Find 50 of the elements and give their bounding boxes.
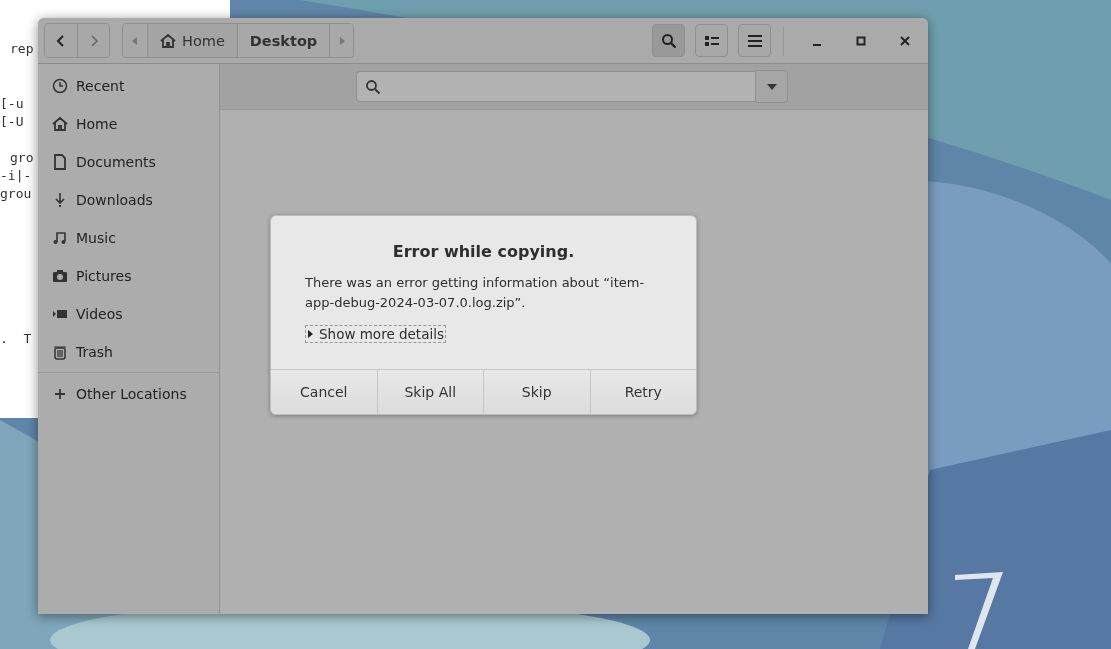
terminal-text: grou <box>0 185 32 203</box>
dialog-button[interactable]: Skip <box>483 370 590 414</box>
dialog-button[interactable]: Retry <box>589 370 696 414</box>
terminal-text: -i|- <box>0 167 32 185</box>
sidebar-item[interactable]: Recent <box>38 67 219 105</box>
dialog-title: Error while copying. <box>391 242 576 261</box>
documents-icon <box>52 154 68 170</box>
dialog-message: There was an error getting information about “item-app-debug-2024-03-07.0.log.zip”. <box>305 274 646 312</box>
expander-triangle-icon <box>307 329 315 339</box>
terminal-text: . T <box>0 330 32 348</box>
home-icon <box>52 116 68 132</box>
dialog-button[interactable]: Skip All <box>376 370 483 414</box>
search-icon <box>660 32 677 49</box>
recent-icon <box>52 78 68 94</box>
sidebar-item[interactable]: Pictures <box>38 257 219 295</box>
pictures-icon <box>52 268 68 284</box>
path-button[interactable]: Home <box>147 24 237 57</box>
sidebar-item[interactable]: Videos <box>38 295 219 333</box>
plus-icon <box>52 386 68 402</box>
sidebar-item[interactable]: Music <box>38 219 219 257</box>
search-options-button[interactable] <box>755 70 788 103</box>
terminal-text: rep <box>9 40 34 58</box>
menu-icon <box>747 34 762 47</box>
caret-down-icon <box>766 83 777 90</box>
triangle-left-icon <box>131 35 139 46</box>
close-icon <box>900 35 910 46</box>
search-button[interactable] <box>652 24 685 57</box>
view-toggle-button[interactable] <box>695 24 728 57</box>
search-field[interactable] <box>356 71 755 102</box>
menu-button[interactable] <box>738 24 771 57</box>
home-icon <box>160 33 176 48</box>
dialog-button[interactable]: Cancel <box>271 370 377 414</box>
sidebar-item[interactable]: Downloads <box>38 181 219 219</box>
sidebar-item[interactable]: Documents <box>38 143 219 181</box>
trash-icon <box>52 344 68 360</box>
details-expander[interactable]: Show more details <box>305 325 446 343</box>
minimize-icon <box>813 43 821 46</box>
list-view-icon <box>704 34 719 47</box>
chevron-left-icon <box>55 33 67 48</box>
sidebar-item[interactable]: Trash <box>38 333 219 371</box>
sidebar-item[interactable]: Home <box>38 105 219 143</box>
music-icon <box>52 230 68 246</box>
search-icon <box>365 78 381 95</box>
triangle-right-icon <box>337 35 346 46</box>
terminal-text: gro <box>9 149 34 167</box>
downloads-icon <box>52 192 68 208</box>
maximize-icon <box>856 35 866 46</box>
sidebar-item[interactable]: Other Locations <box>38 375 219 413</box>
terminal-text: [-u <box>0 95 24 113</box>
terminal-text: [-U <box>0 113 24 131</box>
